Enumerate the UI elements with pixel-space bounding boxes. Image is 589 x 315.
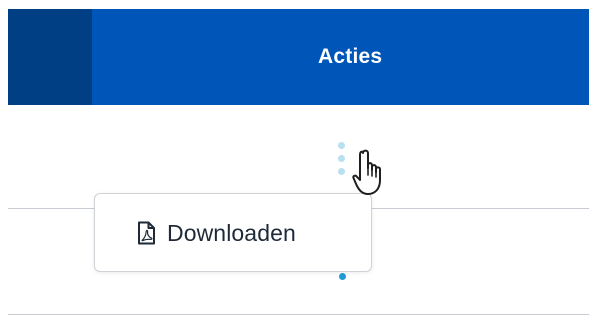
kebab-dot: [338, 168, 345, 175]
column-header-actions: Acties: [318, 45, 383, 68]
menu-item-download[interactable]: Downloaden: [135, 216, 296, 250]
table-header: Acties: [8, 9, 589, 105]
pdf-file-icon: [135, 220, 157, 246]
kebab-dot: [338, 155, 345, 162]
row-actions-trigger[interactable]: [338, 142, 346, 182]
header-left-cell: [8, 9, 92, 105]
kebab-dot: [338, 142, 345, 149]
row-actions-trigger-next[interactable]: [339, 273, 346, 280]
actions-dropdown-menu: Downloaden: [94, 193, 372, 272]
menu-item-label: Downloaden: [167, 220, 296, 246]
